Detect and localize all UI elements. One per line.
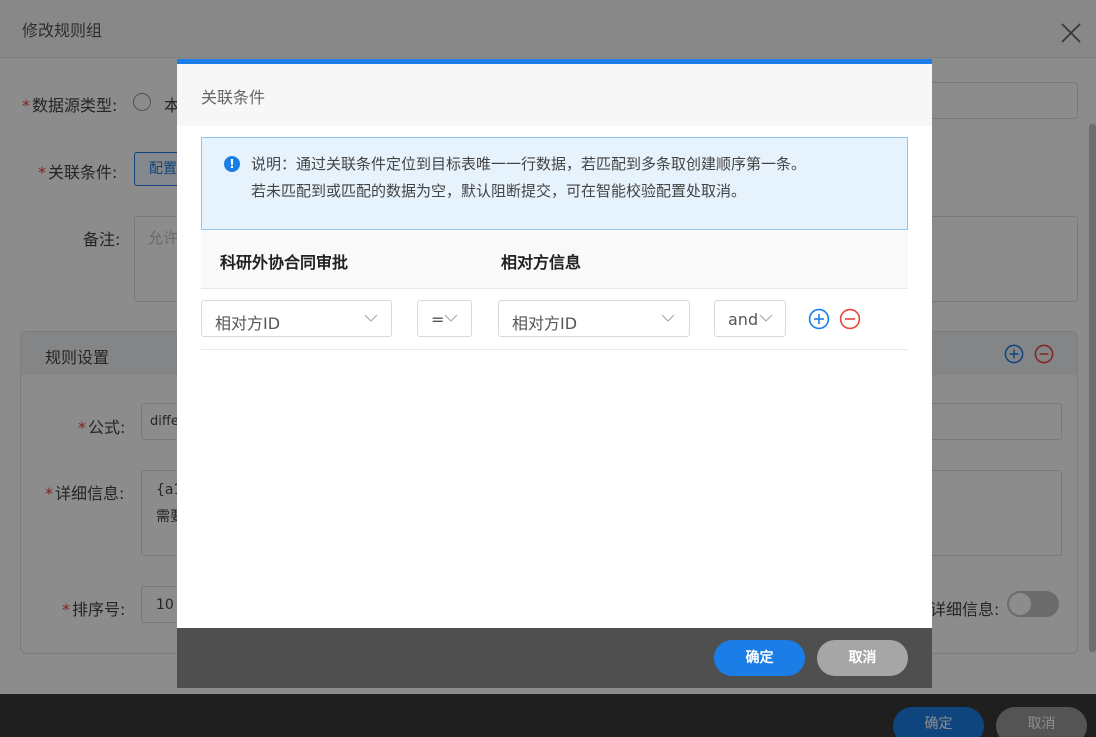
column-header-target: 相对方信息 — [501, 253, 582, 272]
operator-value: = — [431, 310, 445, 329]
relation-condition-modal: 关联条件 ! 说明：通过关联条件定位到目标表唯一一行数据，若匹配到多条取创建顺序… — [177, 59, 932, 688]
source-field-value: 相对方ID — [215, 314, 281, 333]
modal-confirm-button[interactable]: 确定 — [714, 640, 805, 676]
target-field-value: 相对方ID — [512, 314, 578, 333]
chevron-down-icon — [444, 314, 458, 322]
modal-header: 关联条件 — [177, 64, 932, 126]
logic-select[interactable]: and — [714, 300, 786, 337]
logic-value: and — [728, 310, 759, 329]
modal-footer: 确定 取消 — [177, 628, 932, 688]
chevron-down-icon — [661, 314, 675, 322]
remove-condition-icon[interactable] — [839, 308, 861, 330]
chevron-down-icon — [759, 314, 773, 322]
info-icon: ! — [224, 156, 240, 172]
operator-select[interactable]: = — [417, 300, 472, 337]
condition-table-header: 科研外协合同审批 相对方信息 — [201, 231, 908, 289]
column-header-source: 科研外协合同审批 — [220, 253, 349, 272]
table-row: 相对方ID = 相对方ID and — [201, 289, 908, 350]
source-field-select[interactable]: 相对方ID — [201, 300, 392, 337]
chevron-down-icon — [364, 314, 378, 322]
notice-line-2: 若未匹配到或匹配的数据为空，默认阻断提交，可在智能校验配置处取消。 — [251, 182, 747, 200]
target-field-select[interactable]: 相对方ID — [498, 300, 690, 337]
modal-title: 关联条件 — [201, 88, 266, 107]
modal-cancel-button[interactable]: 取消 — [817, 640, 908, 676]
add-condition-icon[interactable] — [808, 308, 830, 330]
notice-line-1: 说明：通过关联条件定位到目标表唯一一行数据，若匹配到多条取创建顺序第一条。 — [251, 155, 807, 173]
info-notice: ! 说明：通过关联条件定位到目标表唯一一行数据，若匹配到多条取创建顺序第一条。 … — [201, 137, 908, 230]
